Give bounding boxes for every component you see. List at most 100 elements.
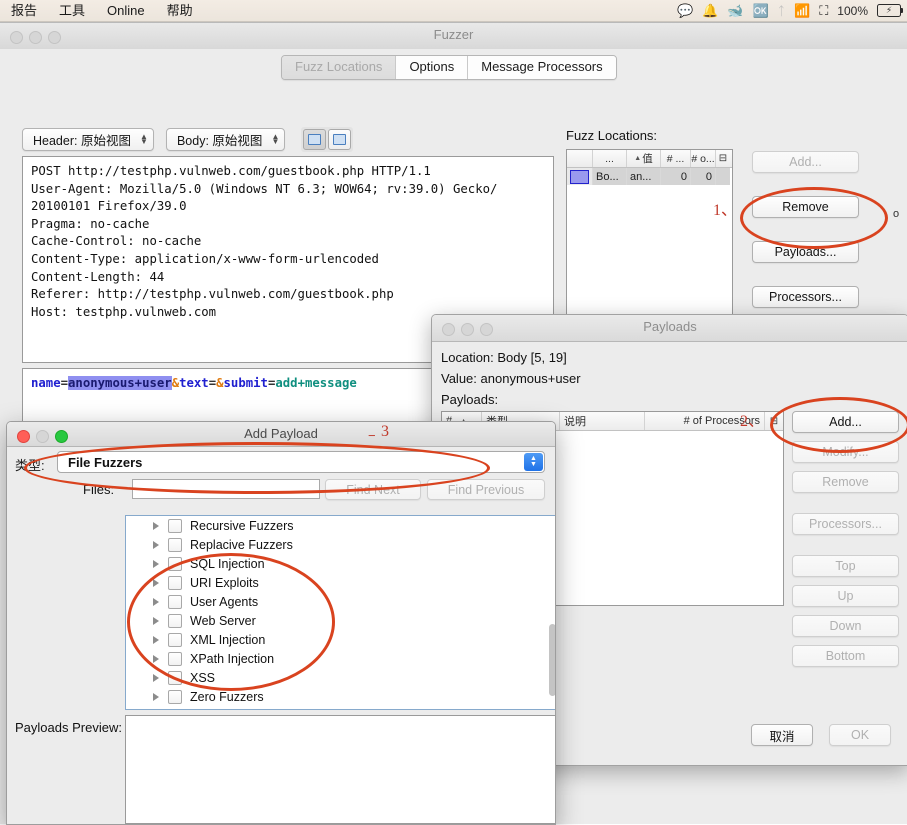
payloads-dialog-buttons: Add... Modify... Remove Processors... To… <box>792 411 899 667</box>
battery-icon[interactable]: ⚡ <box>877 4 903 17</box>
fl-col-value[interactable]: ▲ 值 <box>627 150 661 167</box>
fuzz-locations-table[interactable]: ... ▲ 值 # ... # o... ⊟ Bo... an... 0 0 <box>566 149 733 316</box>
payloads-cancel-button[interactable]: 取消 <box>751 724 813 746</box>
fl-remove-button[interactable]: Remove <box>752 196 859 218</box>
menu-item-report[interactable]: 报告 <box>0 0 48 22</box>
list-item[interactable]: Recursive Fuzzers <box>126 516 555 535</box>
checkbox-icon[interactable] <box>168 575 182 590</box>
tab-message-processors[interactable]: Message Processors <box>468 56 616 79</box>
type-label: 类型: <box>15 458 45 473</box>
checkbox-icon[interactable] <box>168 594 182 609</box>
fl-col-processors[interactable]: # o... <box>691 150 716 167</box>
fuzz-locations-label: Fuzz Locations: <box>566 128 658 143</box>
annotation-number-2: 2、 <box>740 413 765 430</box>
body-value-submit: add+message <box>275 376 357 390</box>
payloads-add-button[interactable]: Add... <box>792 411 899 433</box>
checkbox-icon[interactable] <box>168 651 182 666</box>
header-view-dropdown[interactable]: Header: 原始视图 ▲ ▼ <box>22 127 154 151</box>
fl-col-location[interactable]: ... <box>593 150 627 167</box>
checkbox-icon[interactable] <box>168 537 182 552</box>
chevron-right-icon[interactable] <box>153 540 159 549</box>
menu-item-online[interactable]: Online <box>96 0 156 22</box>
files-input[interactable] <box>132 479 320 499</box>
split-view-button[interactable] <box>303 128 327 150</box>
list-item[interactable]: XPath Injection <box>126 649 555 668</box>
circle-arrow-icon[interactable]: 🆗 <box>753 4 769 17</box>
payloads-processors-button[interactable]: Processors... <box>792 513 899 535</box>
fuzzer-category-tree[interactable]: Recursive Fuzzers Replacive Fuzzers SQL … <box>125 515 555 710</box>
fl-processors-button[interactable]: Processors... <box>752 286 859 308</box>
find-previous-button[interactable]: Find Previous <box>427 479 545 500</box>
list-item[interactable]: User Agents <box>126 592 555 611</box>
pl-col-description[interactable]: 说明 <box>560 412 645 430</box>
fl-col-value-label: 值 <box>642 153 653 165</box>
payloads-location-value: Body [5, 19] <box>497 350 567 365</box>
pl-col-description-label: 说明 <box>564 416 586 428</box>
tab-options[interactable]: Options <box>396 56 469 79</box>
menu-item-help[interactable]: 帮助 <box>156 0 204 22</box>
request-header-text: POST http://testphp.vulnweb.com/guestboo… <box>31 164 498 319</box>
table-row[interactable]: Bo... an... 0 0 <box>567 168 732 185</box>
list-item[interactable]: Replacive Fuzzers <box>126 535 555 554</box>
payloads-up-button[interactable]: Up <box>792 585 899 607</box>
body-amp-2: & <box>216 376 224 390</box>
list-item[interactable]: Zero Fuzzers <box>126 687 555 706</box>
tabbed-view-button[interactable] <box>328 128 352 150</box>
fl-row-payloads: 0 <box>661 168 691 185</box>
chevron-right-icon[interactable] <box>153 616 159 625</box>
files-label: Files: <box>83 482 115 497</box>
checkbox-icon[interactable] <box>168 518 182 533</box>
bell-icon[interactable]: 🔔 <box>702 4 718 17</box>
fuzz-locations-buttons: Add... Remove Payloads... Processors... <box>752 151 859 331</box>
docker-whale-icon[interactable]: 🐋 <box>727 4 743 17</box>
chevron-right-icon[interactable] <box>153 521 159 530</box>
payloads-modify-button[interactable]: Modify... <box>792 441 899 463</box>
chevron-right-icon[interactable] <box>153 673 159 682</box>
chevron-updown-icon[interactable]: ▲ ▼ <box>524 453 543 471</box>
battery-charging-glyph: ⚡ <box>885 5 893 15</box>
chevron-right-icon[interactable] <box>153 597 159 606</box>
payloads-remove-button[interactable]: Remove <box>792 471 899 493</box>
body-selected-value[interactable]: anonymous+user <box>68 376 172 390</box>
checkbox-icon[interactable] <box>168 632 182 647</box>
tree-scrollbar[interactable] <box>549 624 555 696</box>
fl-col-swatch[interactable] <box>567 150 593 167</box>
chevron-right-icon[interactable] <box>153 578 159 587</box>
chevron-right-icon[interactable] <box>153 654 159 663</box>
tab-fuzz-locations[interactable]: Fuzz Locations <box>282 56 397 79</box>
payloads-down-button[interactable]: Down <box>792 615 899 637</box>
list-item[interactable]: URI Exploits <box>126 573 555 592</box>
payloads-value-row: Value: anonymous+user <box>441 371 581 386</box>
payloads-preview-area[interactable] <box>125 715 555 824</box>
list-item[interactable]: XSS <box>126 668 555 687</box>
chevron-right-icon[interactable] <box>153 692 159 701</box>
menu-item-tools[interactable]: 工具 <box>48 0 96 22</box>
payloads-ok-button[interactable]: OK <box>829 724 891 746</box>
checkbox-icon[interactable] <box>168 689 182 704</box>
fl-add-button[interactable]: Add... <box>752 151 859 173</box>
list-item[interactable]: SQL Injection <box>126 554 555 573</box>
fl-payloads-button[interactable]: Payloads... <box>752 241 859 263</box>
list-item[interactable]: Web Server <box>126 611 555 630</box>
find-next-button[interactable]: Find Next <box>325 479 421 500</box>
body-view-dropdown[interactable]: Body: 原始视图 ▲ ▼ <box>165 127 286 151</box>
airplay-icon[interactable]: ⛶ <box>819 4 828 17</box>
chevron-right-icon[interactable] <box>153 635 159 644</box>
chevron-right-icon[interactable] <box>153 559 159 568</box>
payloads-top-button[interactable]: Top <box>792 555 899 577</box>
fl-col-processors-label: # o... <box>691 152 715 165</box>
column-config-icon[interactable]: ⊟ <box>716 150 730 167</box>
wechat-icon[interactable]: 💬 <box>677 4 693 17</box>
type-combo[interactable]: File Fuzzers ▲ ▼ <box>57 451 545 473</box>
checkbox-icon[interactable] <box>168 670 182 685</box>
fl-col-payloads[interactable]: # ... <box>661 150 691 167</box>
column-config-icon[interactable]: ⊟ <box>765 412 783 430</box>
checkbox-icon[interactable] <box>168 556 182 571</box>
fuzzer-tabs: Fuzz Locations Options Message Processor… <box>281 55 617 80</box>
checkbox-icon[interactable] <box>168 613 182 628</box>
list-item[interactable]: XML Injection <box>126 630 555 649</box>
bluetooth-icon[interactable]: ᛏ <box>778 5 785 17</box>
fuzz-locations-table-header: ... ▲ 值 # ... # o... ⊟ <box>567 150 732 168</box>
payloads-bottom-button[interactable]: Bottom <box>792 645 899 667</box>
wifi-icon[interactable]: 📶 <box>794 4 810 17</box>
